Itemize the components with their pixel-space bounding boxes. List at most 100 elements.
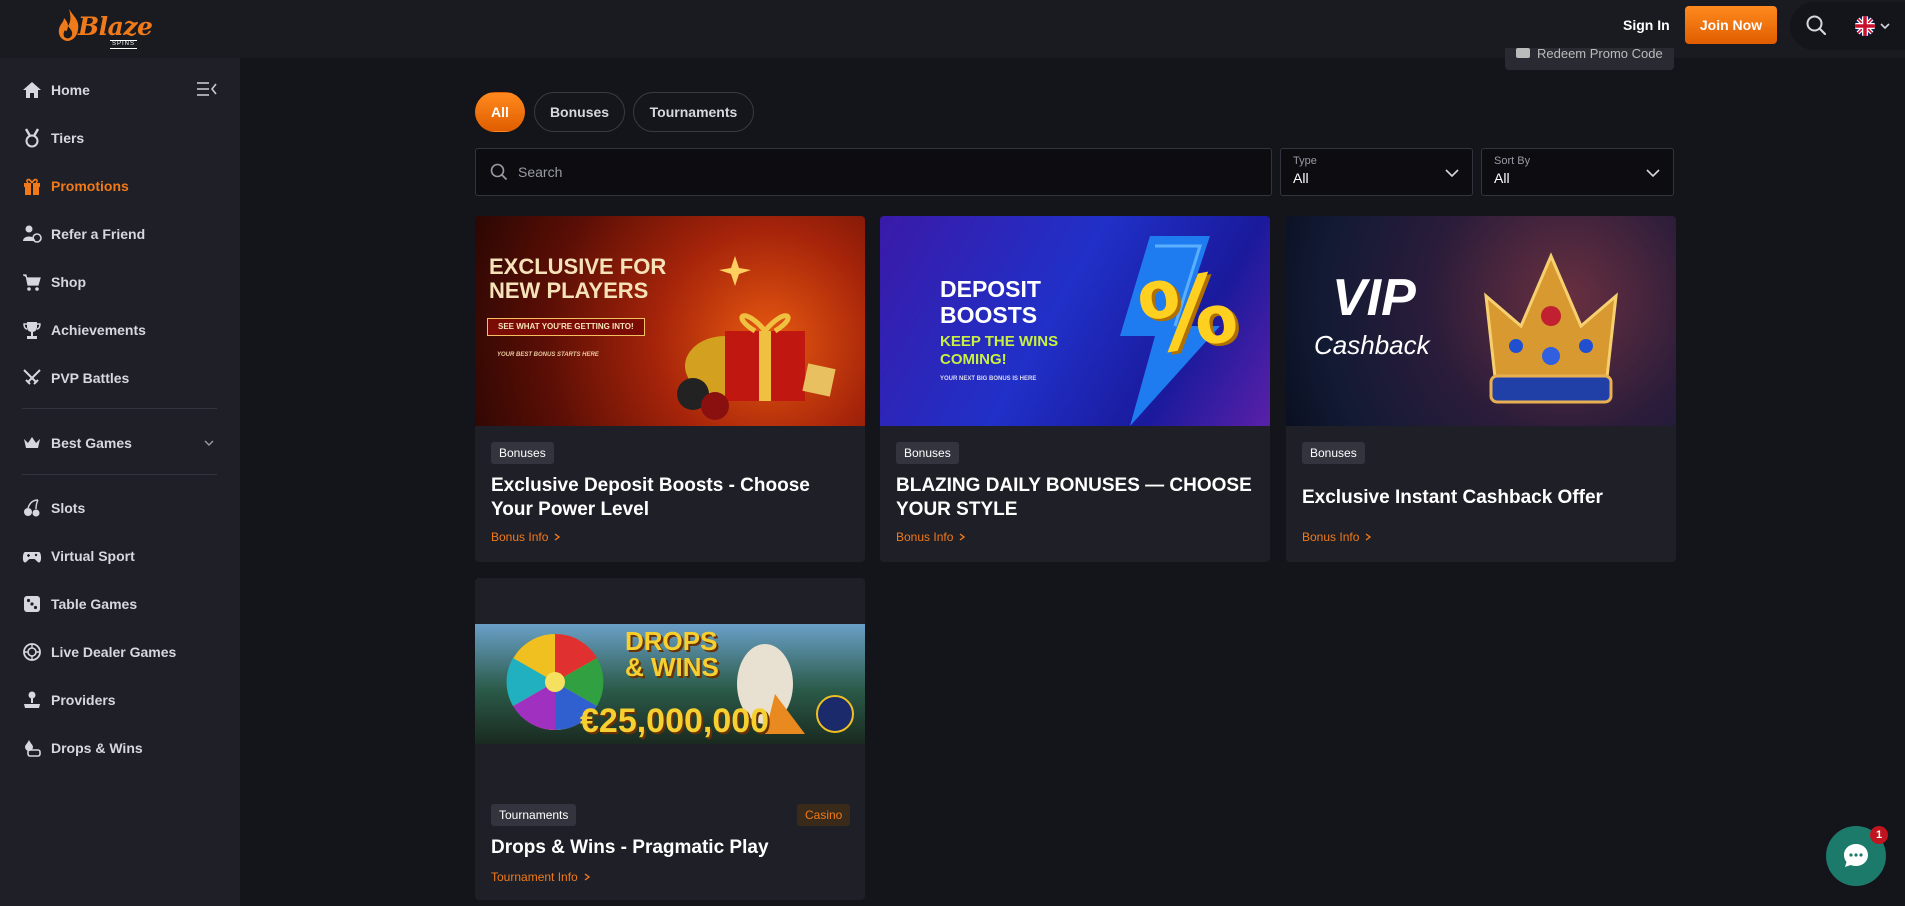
banner-line: KEEP THE WINS bbox=[940, 333, 1059, 350]
prize-amount: €25,000,000 bbox=[580, 702, 770, 740]
sidebar-item-label: Virtual Sport bbox=[51, 548, 135, 564]
category-badge: Bonuses bbox=[896, 442, 959, 464]
link-label: Bonus Info bbox=[896, 530, 954, 544]
promo-title: Exclusive Instant Cashback Offer bbox=[1302, 487, 1603, 508]
sidebar-item-label: Promotions bbox=[51, 178, 129, 194]
promo-card[interactable]: EXCLUSIVE FOR NEW PLAYERS SEE WHAT YOU'R… bbox=[475, 216, 865, 562]
sidebar-divider bbox=[22, 408, 217, 409]
promo-banner-drops-wins[interactable]: DROPS & WINS €25,000,000 bbox=[475, 624, 865, 744]
chevron-down-icon[interactable] bbox=[1879, 20, 1891, 32]
promo-banner-deposit-boosts[interactable]: % DEPOSIT BOOSTS KEEP THE WINS COMING! Y… bbox=[880, 216, 1270, 426]
notification-badge: 1 bbox=[1870, 826, 1888, 844]
sidebar-item-label: Best Games bbox=[51, 435, 132, 451]
sidebar-item-label: Drops & Wins bbox=[51, 740, 143, 756]
banner-line: DROPS bbox=[625, 626, 718, 656]
sidebar-divider bbox=[22, 474, 217, 475]
chevron-right-icon bbox=[959, 533, 966, 541]
medal-icon bbox=[22, 128, 42, 148]
type-select[interactable]: Type All bbox=[1280, 148, 1473, 196]
bonus-info-link[interactable]: Bonus Info bbox=[1302, 530, 1372, 544]
home-icon bbox=[22, 80, 42, 100]
sort-by-select[interactable]: Sort By All bbox=[1481, 148, 1674, 196]
sidebar-item-home[interactable]: Home bbox=[22, 78, 90, 102]
sidebar-item-shop[interactable]: Shop bbox=[22, 270, 86, 294]
sidebar-item-pvp[interactable]: PVP Battles bbox=[22, 366, 129, 390]
cart-icon bbox=[22, 272, 42, 292]
chevron-right-icon bbox=[554, 533, 561, 541]
banner-tagline: YOUR NEXT BIG BONUS IS HERE bbox=[940, 376, 1037, 382]
sidebar-item-label: Achievements bbox=[51, 322, 146, 338]
sidebar-item-table-games[interactable]: Table Games bbox=[22, 592, 137, 616]
sidebar-item-label: Slots bbox=[51, 500, 86, 516]
sidebar-item-providers[interactable]: Providers bbox=[22, 688, 116, 712]
sidebar-item-label: Tiers bbox=[51, 130, 85, 146]
trophy-icon bbox=[22, 320, 42, 340]
category-badge: Bonuses bbox=[491, 442, 554, 464]
redeem-label: Redeem Promo Code bbox=[1537, 48, 1663, 61]
banner-cta: SEE WHAT YOU'RE GETTING INTO! bbox=[487, 318, 645, 336]
bonus-info-link[interactable]: Bonus Info bbox=[491, 530, 561, 544]
sign-in-link[interactable]: Sign In bbox=[1623, 17, 1670, 33]
joystick-icon bbox=[22, 690, 42, 710]
chevron-right-icon bbox=[1365, 533, 1372, 541]
sidebar-item-label: Providers bbox=[51, 692, 116, 708]
sidebar-item-achievements[interactable]: Achievements bbox=[22, 318, 146, 342]
sidebar-item-drops-wins[interactable]: Drops & Wins bbox=[22, 736, 143, 760]
tab-bonuses[interactable]: Bonuses bbox=[534, 92, 625, 132]
tournament-info-link[interactable]: Tournament Info bbox=[491, 870, 590, 884]
collapse-menu-icon[interactable] bbox=[196, 80, 218, 98]
gamepad-icon bbox=[22, 546, 42, 566]
drops-icon bbox=[22, 738, 42, 758]
dice-icon bbox=[22, 594, 42, 614]
chevron-down-icon[interactable] bbox=[203, 437, 215, 449]
banner-line: Cashback bbox=[1314, 330, 1430, 360]
category-badge: Bonuses bbox=[1302, 442, 1365, 464]
logo-text: Blaze bbox=[78, 12, 153, 41]
redeem-promo-code-button[interactable]: Redeem Promo Code bbox=[1505, 48, 1674, 70]
promo-card[interactable]: DROPS & WINS €25,000,000 Tournaments Cas… bbox=[475, 578, 865, 900]
link-label: Bonus Info bbox=[1302, 530, 1360, 544]
sidebar-item-virtual-sport[interactable]: Virtual Sport bbox=[22, 544, 135, 568]
banner-tagline: YOUR BEST BONUS STARTS HERE bbox=[497, 352, 599, 358]
uk-flag-icon[interactable] bbox=[1855, 16, 1875, 36]
users-icon bbox=[22, 224, 42, 244]
sidebar-item-live-dealer[interactable]: Live Dealer Games bbox=[22, 640, 176, 664]
bonus-info-link[interactable]: Bonus Info bbox=[896, 530, 966, 544]
search-icon[interactable] bbox=[1805, 14, 1827, 36]
chat-bubble-icon bbox=[1844, 844, 1868, 867]
promo-banner-vip-cashback[interactable]: VIP Cashback bbox=[1286, 216, 1676, 426]
join-now-button[interactable]: Join Now bbox=[1685, 6, 1777, 44]
tab-tournaments[interactable]: Tournaments bbox=[633, 92, 754, 132]
casino-badge: Casino bbox=[797, 804, 851, 826]
banner-line: DEPOSIT bbox=[940, 276, 1041, 302]
banner-line: EXCLUSIVE FOR bbox=[489, 254, 667, 279]
sidebar-item-label: Table Games bbox=[51, 596, 138, 612]
sidebar-item-label: Shop bbox=[51, 274, 86, 290]
sidebar-item-promotions[interactable]: Promotions bbox=[22, 174, 129, 198]
search-input[interactable] bbox=[518, 164, 1218, 180]
swords-icon bbox=[22, 368, 42, 388]
banner-line: & WINS bbox=[625, 652, 719, 682]
sidebar: Home Tiers Promotions Refer a Friend Sho… bbox=[0, 58, 240, 906]
sidebar-item-label: Home bbox=[51, 82, 90, 98]
sidebar-item-label: Live Dealer Games bbox=[51, 644, 177, 660]
blaze-spins-logo[interactable]: Blaze SPINS bbox=[56, 6, 153, 49]
banner-line: NEW PLAYERS bbox=[489, 278, 649, 303]
percent-symbol: % bbox=[1131, 250, 1246, 378]
promo-title: Drops & Wins - Pragmatic Play bbox=[491, 837, 769, 858]
link-label: Tournament Info bbox=[491, 870, 578, 884]
promo-banner-new-players[interactable]: EXCLUSIVE FOR NEW PLAYERS SEE WHAT YOU'R… bbox=[475, 216, 865, 426]
logo-subtext: SPINS bbox=[110, 40, 138, 49]
sidebar-item-tiers[interactable]: Tiers bbox=[22, 126, 84, 150]
promo-card[interactable]: % DEPOSIT BOOSTS KEEP THE WINS COMING! Y… bbox=[880, 216, 1270, 562]
promo-card[interactable]: VIP Cashback Bonuses Exclusive Instant C… bbox=[1286, 216, 1676, 562]
tab-all[interactable]: All bbox=[475, 92, 525, 132]
gift-icon bbox=[22, 176, 42, 196]
roulette-icon bbox=[22, 642, 42, 662]
sidebar-item-slots[interactable]: Slots bbox=[22, 496, 85, 520]
sidebar-item-best-games[interactable]: Best Games bbox=[22, 431, 132, 455]
category-badge: Tournaments bbox=[491, 804, 577, 826]
banner-line: COMING! bbox=[940, 351, 1007, 368]
search-field bbox=[475, 148, 1272, 196]
sidebar-item-refer[interactable]: Refer a Friend bbox=[22, 222, 145, 246]
